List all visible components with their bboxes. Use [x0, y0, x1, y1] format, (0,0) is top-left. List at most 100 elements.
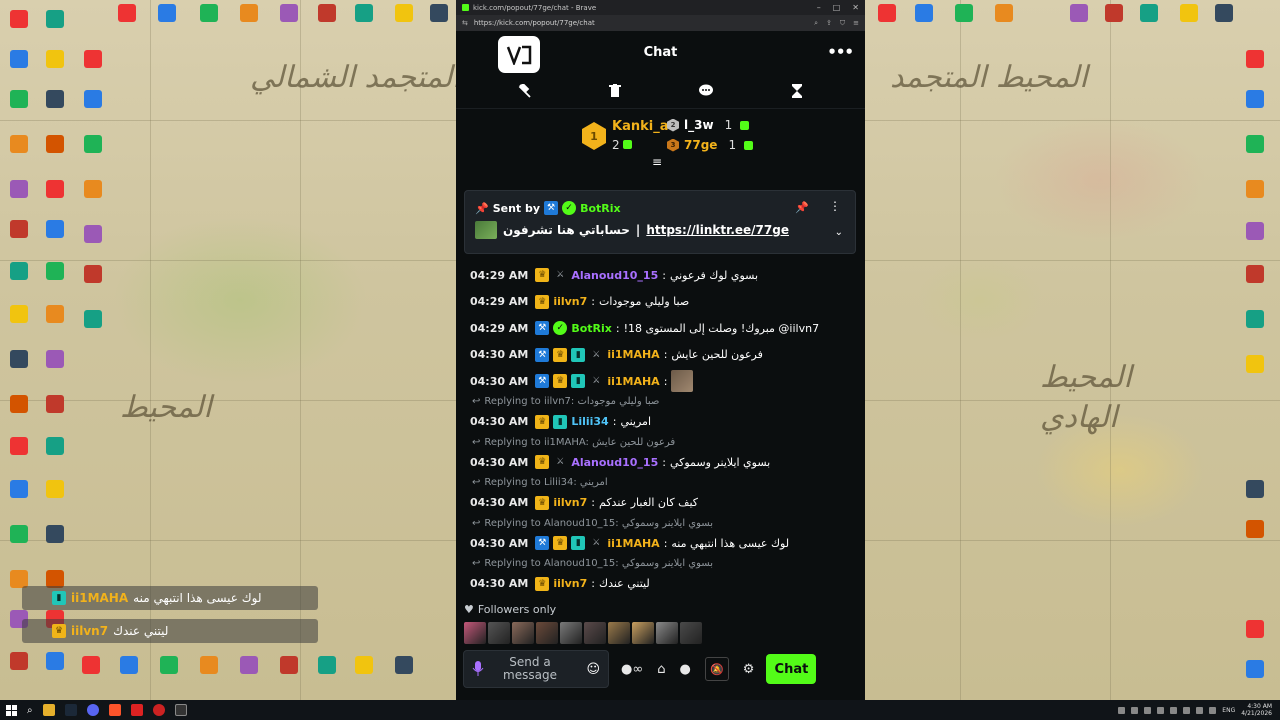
- message-username[interactable]: Alanoud10_15: [571, 456, 658, 469]
- desktop-shortcut-icon[interactable]: [148, 4, 186, 22]
- desktop-shortcut-icon[interactable]: [1205, 4, 1243, 22]
- clock[interactable]: 4:30 AM 4/21/2026: [1241, 703, 1272, 717]
- desktop-shortcut-icon[interactable]: [36, 525, 74, 543]
- language-indicator[interactable]: ENG: [1222, 707, 1235, 714]
- message-username[interactable]: Alanoud10_15: [571, 269, 658, 282]
- desktop-shortcut-icon[interactable]: [36, 90, 74, 108]
- chatter-avatar[interactable]: [536, 622, 558, 644]
- desktop-shortcut-icon[interactable]: [150, 656, 188, 674]
- desktop-shortcut-icon[interactable]: [0, 480, 38, 498]
- message-username[interactable]: ii1MAHA: [607, 375, 659, 388]
- store-icon[interactable]: ⌂: [657, 662, 665, 677]
- desktop-shortcut-icon[interactable]: [1236, 135, 1274, 153]
- maximize-icon[interactable]: □: [833, 3, 841, 12]
- desktop-shortcut-icon[interactable]: [1236, 90, 1274, 108]
- chatter-avatar[interactable]: [584, 622, 606, 644]
- chat-message[interactable]: 04:30 AM ♛ iilvn7: كيف كان الغبار عندكم: [470, 490, 865, 517]
- minimize-icon[interactable]: –: [817, 3, 821, 12]
- desktop-shortcut-icon[interactable]: [1236, 310, 1274, 328]
- brave-icon[interactable]: [108, 704, 121, 716]
- desktop-shortcut-icon[interactable]: [0, 135, 38, 153]
- desktop-shortcut-icon[interactable]: [0, 652, 38, 670]
- url-text[interactable]: https://kick.com/popout/77ge/chat: [474, 19, 595, 27]
- brave-shield-icon[interactable]: ⛉: [840, 19, 845, 28]
- desktop-shortcut-icon[interactable]: [385, 656, 423, 674]
- pinned-message[interactable]: 📌 Sent by ⚒ ✓ BotRix حساباتي هنا تشرفون …: [464, 190, 856, 254]
- chat-settings-bubble-icon[interactable]: ●: [679, 662, 690, 677]
- desktop-shortcut-icon[interactable]: [0, 305, 38, 323]
- desktop-shortcut-icon[interactable]: [36, 262, 74, 280]
- search-icon[interactable]: ⌕: [27, 705, 33, 716]
- leaderboard-second[interactable]: 2 l_3w 1: [667, 118, 750, 132]
- desktop-shortcut-icon[interactable]: [74, 225, 112, 243]
- desktop-shortcut-icon[interactable]: [0, 10, 38, 28]
- settings-gear-icon[interactable]: ⚙: [743, 662, 755, 677]
- chat-bubble-icon[interactable]: [696, 81, 716, 101]
- desktop-shortcut-icon[interactable]: [230, 4, 268, 22]
- kick-coin-icon[interactable]: ●∞: [621, 662, 643, 677]
- desktop-shortcut-icon[interactable]: [1236, 620, 1274, 638]
- desktop-shortcut-icon[interactable]: [36, 220, 74, 238]
- desktop-shortcut-icon[interactable]: [74, 265, 112, 283]
- desktop-shortcut-icon[interactable]: [110, 656, 148, 674]
- slow-mode-hourglass-icon[interactable]: [787, 81, 807, 101]
- desktop-shortcut-icon[interactable]: [1236, 355, 1274, 373]
- desktop-shortcut-icon[interactable]: [985, 4, 1023, 22]
- desktop-shortcut-icon[interactable]: [36, 135, 74, 153]
- desktop-shortcut-icon[interactable]: [1236, 520, 1274, 538]
- chatter-avatar[interactable]: [560, 622, 582, 644]
- desktop-shortcut-icon[interactable]: [36, 395, 74, 413]
- discord-icon[interactable]: [86, 704, 99, 716]
- message-username[interactable]: iilvn7: [553, 295, 587, 308]
- chat-message[interactable]: 04:30 AM ♛ iilvn7: ليتني عندك: [470, 571, 865, 598]
- message-username[interactable]: iilvn7: [553, 496, 587, 509]
- desktop-shortcut-icon[interactable]: [190, 4, 228, 22]
- chat-message[interactable]: 04:30 AM ⚒ ♛ ▮ ⚔ ii1MAHA: لوك عيسى هذا انتبهي …: [470, 530, 865, 557]
- desktop-shortcut-icon[interactable]: [1236, 222, 1274, 240]
- desktop-shortcut-icon[interactable]: [36, 437, 74, 455]
- steam-icon[interactable]: [64, 704, 77, 716]
- address-bar[interactable]: ⇆ https://kick.com/popout/77ge/chat ⌕ ⇪ …: [456, 15, 865, 31]
- desktop-shortcut-icon[interactable]: [74, 90, 112, 108]
- desktop-shortcut-icon[interactable]: [0, 395, 38, 413]
- desktop-shortcut-icon[interactable]: [36, 652, 74, 670]
- desktop-shortcut-icon[interactable]: [0, 350, 38, 368]
- desktop-shortcut-icon[interactable]: [36, 180, 74, 198]
- desktop-shortcut-icon[interactable]: [345, 656, 383, 674]
- site-settings-icon[interactable]: ⇆: [462, 19, 468, 27]
- desktop-shortcut-icon[interactable]: [36, 10, 74, 28]
- desktop-shortcut-icon[interactable]: [74, 310, 112, 328]
- desktop-shortcut-icon[interactable]: [36, 305, 74, 323]
- chat-message[interactable]: 04:30 AM ⚒ ♛ ▮ ⚔ ii1MAHA: فرعون للحين عايش: [470, 342, 865, 369]
- desktop-shortcut-icon[interactable]: [74, 180, 112, 198]
- desktop-shortcut-icon[interactable]: [0, 50, 38, 68]
- message-username[interactable]: BotRix: [571, 322, 612, 335]
- chatter-avatar[interactable]: [488, 622, 510, 644]
- desktop-shortcut-icon[interactable]: [270, 656, 308, 674]
- chatter-avatar[interactable]: [464, 622, 486, 644]
- desktop-shortcut-icon[interactable]: [868, 4, 906, 22]
- desktop-shortcut-icon[interactable]: [74, 135, 112, 153]
- desktop-shortcut-icon[interactable]: [385, 4, 423, 22]
- app-icon[interactable]: [130, 704, 143, 716]
- reply-context[interactable]: ↩ Replying to Alanoud10_15: بسوي ايلاينر …: [470, 516, 865, 530]
- desktop-shortcut-icon[interactable]: [1060, 4, 1098, 22]
- desktop-shortcut-icon[interactable]: [308, 4, 346, 22]
- chatter-avatar[interactable]: [632, 622, 654, 644]
- send-chat-button[interactable]: Chat: [766, 654, 817, 684]
- reply-context[interactable]: ↩ Replying to Alanoud10_15: بسوي ايلاينر …: [470, 557, 865, 571]
- reply-context[interactable]: ↩ Replying to iilvn7: صبا وليلي موجودات: [470, 395, 865, 409]
- chat-message[interactable]: 04:30 AM ♛ ▮ Lilii34: امريني: [470, 409, 865, 436]
- expand-leaderboard-icon[interactable]: ≡: [652, 155, 662, 169]
- zoom-icon[interactable]: ⌕: [814, 19, 818, 28]
- desktop-shortcut-icon[interactable]: [36, 480, 74, 498]
- chatter-avatar[interactable]: [656, 622, 678, 644]
- desktop-shortcut-icon[interactable]: [1130, 4, 1168, 22]
- chat-message[interactable]: 04:29 AM ♛ ⚔ Alanoud10_15: بسوي لوك فرعوني: [470, 262, 865, 289]
- emoji-icon[interactable]: ☺: [586, 662, 600, 677]
- desktop-shortcut-icon[interactable]: [1236, 265, 1274, 283]
- record-icon[interactable]: [152, 704, 165, 716]
- unpin-icon[interactable]: 📌: [795, 201, 809, 214]
- desktop-shortcut-icon[interactable]: [72, 656, 110, 674]
- desktop-shortcut-icon[interactable]: [345, 4, 383, 22]
